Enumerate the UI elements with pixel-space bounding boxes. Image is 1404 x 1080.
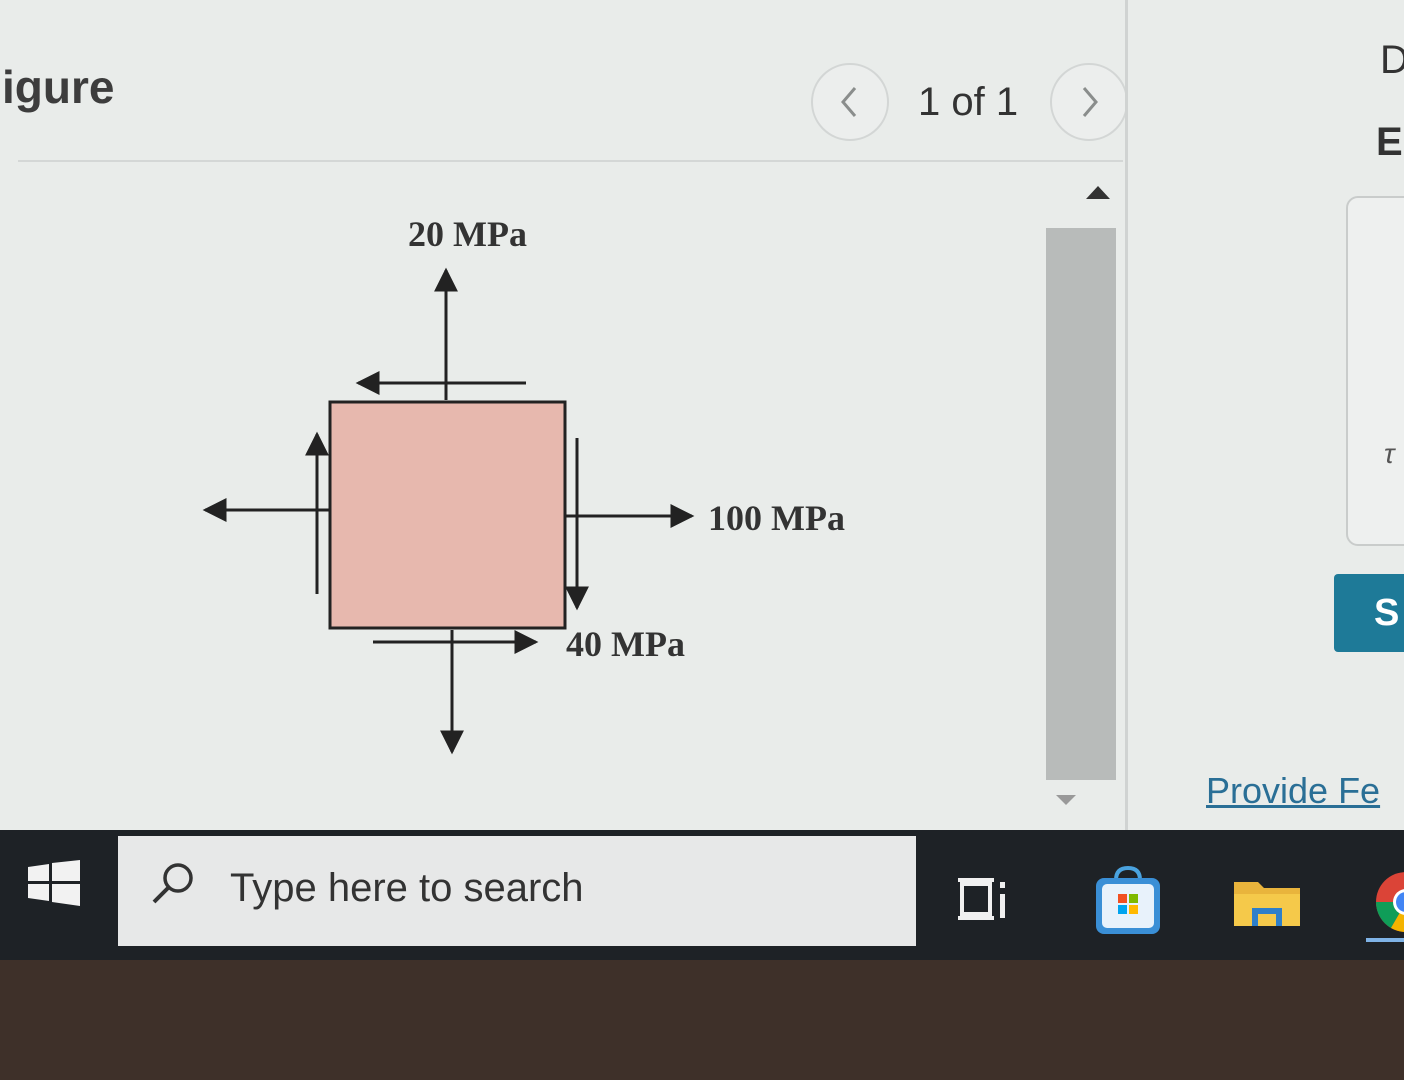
chevron-right-icon (1082, 87, 1098, 117)
browser-content: igure 1 of 1 20 MPa 100 MPa 40 MPa D E τ… (0, 0, 1404, 840)
figure-title: igure (2, 61, 115, 113)
search-placeholder: Type here to search (230, 866, 584, 910)
label-shear-stress: 40 MPa (566, 624, 685, 664)
tau-symbol: τ (1384, 438, 1395, 469)
windows-start-icon[interactable] (28, 860, 80, 906)
submit-button[interactable]: S (1334, 574, 1404, 652)
chrome-icon[interactable] (1366, 862, 1404, 942)
search-icon (152, 863, 193, 904)
task-view-icon[interactable] (958, 876, 1012, 922)
chevron-left-icon (841, 87, 857, 117)
stress-element (328, 400, 567, 630)
scroll-up-arrow-icon[interactable] (1086, 186, 1110, 199)
page-indicator: 1 of 1 (918, 80, 1019, 124)
microsoft-store-icon[interactable] (1092, 866, 1164, 936)
right-panel-heading-partial: D (1380, 38, 1404, 82)
label-right-stress: 100 MPa (708, 498, 845, 538)
header-divider (18, 160, 1123, 162)
previous-figure-button[interactable] (811, 63, 889, 141)
scroll-down-arrow-icon[interactable] (1056, 795, 1076, 805)
stress-element-figure: 20 MPa 100 MPa 40 MPa (202, 214, 845, 755)
file-explorer-icon[interactable] (1232, 878, 1302, 928)
label-top-stress: 20 MPa (408, 214, 527, 254)
panel-divider (1125, 0, 1128, 840)
monitor-bezel (0, 960, 1404, 1080)
answer-input-box[interactable] (1346, 196, 1404, 546)
scrollbar-thumb[interactable] (1046, 228, 1116, 780)
provide-feedback-link[interactable]: Provide Fe (1206, 770, 1380, 812)
next-figure-button[interactable] (1050, 63, 1128, 141)
right-panel-label-partial: E (1376, 120, 1403, 164)
